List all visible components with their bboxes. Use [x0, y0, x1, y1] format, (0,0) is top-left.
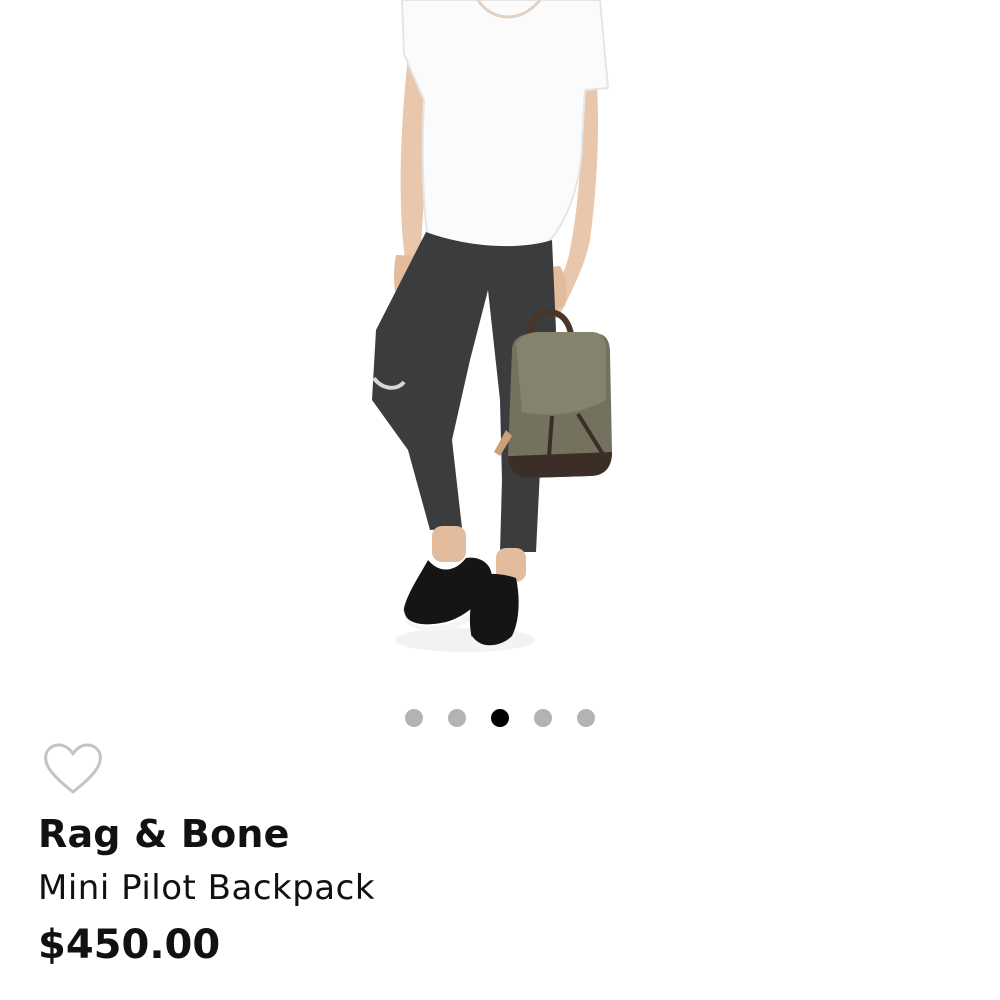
- carousel-dot[interactable]: [534, 709, 552, 727]
- product-price: $450.00: [38, 922, 221, 968]
- image-carousel-indicator: [0, 708, 1000, 728]
- carousel-dot-active[interactable]: [491, 709, 509, 727]
- heart-outline-icon: [44, 743, 102, 794]
- carousel-dot[interactable]: [405, 709, 423, 727]
- product-name: Mini Pilot Backpack: [38, 868, 376, 908]
- carousel-dot[interactable]: [448, 709, 466, 727]
- product-image[interactable]: [0, 0, 1000, 690]
- carousel-dot[interactable]: [577, 709, 595, 727]
- favorite-button[interactable]: [42, 742, 104, 798]
- product-brand: Rag & Bone: [38, 812, 290, 856]
